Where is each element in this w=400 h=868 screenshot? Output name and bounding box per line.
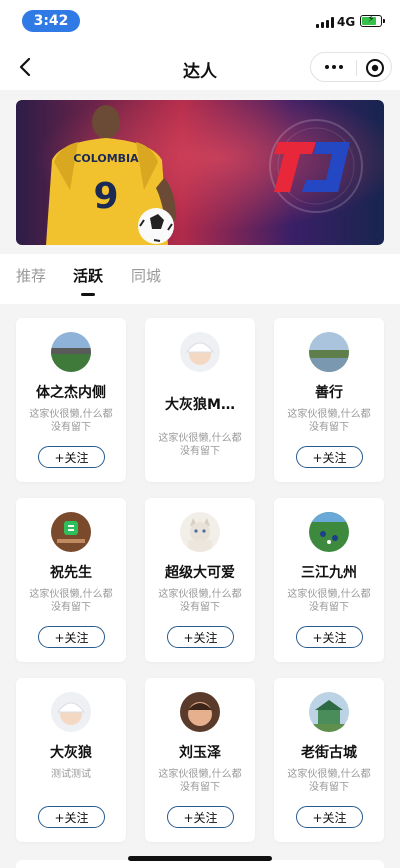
landscape-avatar-icon [309, 332, 349, 372]
follow-button[interactable]: +关注 [296, 446, 363, 468]
user-card[interactable]: 三江九州 这家伙很懒,什么都没有留下 +关注 [274, 498, 384, 662]
avatar [51, 512, 91, 552]
user-card[interactable]: 老街古城 这家伙很懒,什么都没有留下 +关注 [274, 678, 384, 842]
user-name: 三江九州 [301, 565, 357, 581]
follow-button[interactable]: +关注 [296, 806, 363, 828]
user-bio: 这家伙很懒,什么都没有留下 [158, 769, 242, 793]
banner-image[interactable]: COLOMBIA 9 [16, 100, 384, 245]
user-bio: 这家伙很懒,什么都没有留下 [287, 589, 371, 613]
user-bio: 这家伙很懒,什么都没有留下 [158, 589, 242, 613]
user-card[interactable]: 超级大可爱 这家伙很懒,什么都没有留下 +关注 [145, 498, 255, 662]
follow-button[interactable]: +关注 [38, 806, 105, 828]
next-card-peek [16, 860, 384, 868]
user-name: 体之杰内侧 [36, 385, 106, 401]
battery-icon: ⚡ [360, 14, 385, 27]
follow-button[interactable]: +关注 [167, 626, 234, 648]
app-logo-avatar-icon [51, 512, 91, 552]
user-bio: 这家伙很懒,什么都没有留下 [287, 769, 371, 793]
user-bio: 这家伙很懒,什么都没有留下 [158, 433, 242, 457]
nav-bar: 达人 [0, 44, 400, 90]
avatar [180, 512, 220, 552]
user-card[interactable]: 体之杰内侧 这家伙很懒,什么都没有留下 +关注 [16, 318, 126, 482]
avatar [180, 332, 220, 372]
follow-button[interactable]: +关注 [38, 446, 105, 468]
more-button[interactable] [321, 53, 347, 81]
follow-button[interactable]: +关注 [167, 806, 234, 828]
user-bio: 这家伙很懒,什么都没有留下 [29, 589, 113, 613]
user-name: 老街古城 [301, 745, 357, 761]
user-name: 大灰狼M… [165, 397, 235, 413]
follow-button[interactable]: +关注 [296, 626, 363, 648]
user-card[interactable]: 大灰狼 测试测试 +关注 [16, 678, 126, 842]
avatar [51, 332, 91, 372]
network-type: 4G [337, 15, 356, 29]
signal-icon [316, 17, 334, 28]
svg-text:9: 9 [93, 176, 118, 217]
user-card[interactable]: 刘玉泽 这家伙很懒,什么都没有留下 +关注 [145, 678, 255, 842]
user-card[interactable]: 祝先生 这家伙很懒,什么都没有留下 +关注 [16, 498, 126, 662]
user-card[interactable]: 善行 这家伙很懒,什么都没有留下 +关注 [274, 318, 384, 482]
follow-button[interactable]: +关注 [38, 626, 105, 648]
tab-indicator [81, 293, 95, 296]
avatar [309, 332, 349, 372]
status-time: 3:42 [22, 10, 80, 32]
user-name: 善行 [315, 385, 343, 401]
baby-avatar-icon [180, 332, 220, 372]
stadium-avatar-icon [51, 332, 91, 372]
status-bar: 3:42 4G ⚡ [0, 0, 400, 44]
capsule-divider [356, 60, 357, 76]
pavilion-avatar-icon [309, 692, 349, 732]
tab-bar: 推荐 活跃 同城 [0, 254, 400, 304]
close-target-icon[interactable] [365, 58, 385, 78]
svg-text:COLOMBIA: COLOMBIA [73, 152, 139, 165]
avatar [309, 692, 349, 732]
user-bio: 这家伙很懒,什么都没有留下 [29, 409, 113, 433]
user-name: 大灰狼 [50, 745, 92, 761]
user-name: 超级大可爱 [165, 565, 235, 581]
user-name: 祝先生 [50, 565, 92, 581]
home-indicator [128, 856, 272, 861]
user-card[interactable]: 大灰狼M… 这家伙很懒,什么都没有留下 [145, 318, 255, 482]
more-dots-icon [325, 65, 329, 69]
kitten-avatar-icon [180, 512, 220, 552]
user-bio: 测试测试 [51, 769, 91, 780]
avatar [309, 512, 349, 552]
child-avatar-icon [180, 692, 220, 732]
user-name: 刘玉泽 [179, 745, 221, 761]
avatar [180, 692, 220, 732]
baby-avatar-icon [51, 692, 91, 732]
tab-active[interactable]: 活跃 [73, 265, 103, 286]
user-bio: 这家伙很懒,什么都没有留下 [287, 409, 371, 433]
tab-nearby[interactable]: 同城 [131, 265, 161, 286]
tab-recommend[interactable]: 推荐 [16, 265, 46, 286]
avatar [51, 692, 91, 732]
mini-program-capsule [310, 52, 392, 82]
soccer-field-avatar-icon [309, 512, 349, 552]
